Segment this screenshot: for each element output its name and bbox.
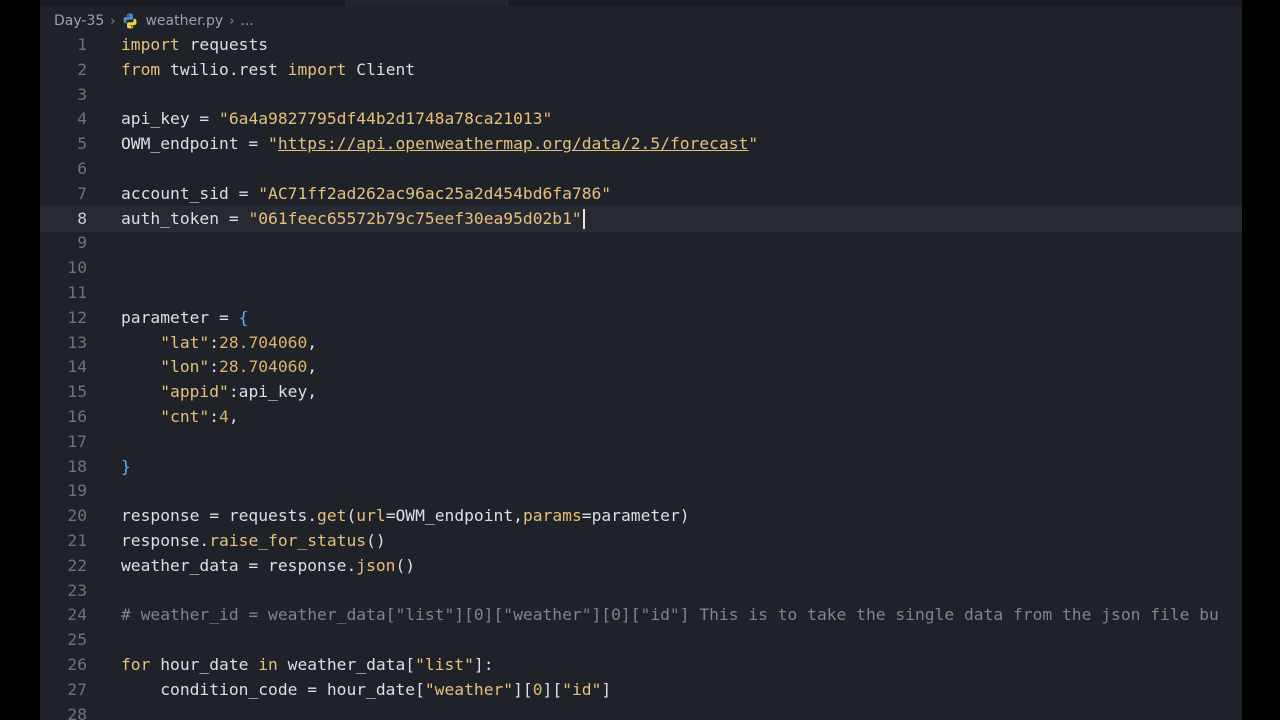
line-number: 18	[67, 456, 87, 476]
code-text[interactable]: "appid":api_key,	[121, 380, 317, 405]
line-number: 3	[77, 84, 87, 104]
code-line[interactable]: 2 from twilio.rest import Client	[40, 58, 1242, 83]
code-line[interactable]: 13 "lat":28.704060,	[40, 331, 1242, 356]
line-number: 13	[67, 332, 87, 352]
code-line[interactable]: 5 OWM_endpoint = "https://api.openweather…	[40, 132, 1242, 157]
line-number: 2	[77, 59, 87, 79]
code-line[interactable]: 4 api_key = "6a4a9827795df44b2d1748a78ca2…	[40, 107, 1242, 132]
line-number: 10	[67, 258, 87, 278]
line-number: 9	[77, 233, 87, 253]
code-text[interactable]: weather_data = response.json()	[121, 554, 415, 579]
code-line[interactable]: 20 response = requests.get(url=OWM_endpoi…	[40, 504, 1242, 529]
code-text[interactable]: }	[121, 455, 131, 480]
breadcrumb: Day-35 › weather.py › ...	[54, 10, 254, 32]
code-text[interactable]: # weather_id = weather_data["list"][0]["…	[121, 603, 1219, 628]
tab-strip	[40, 0, 1242, 6]
code-line[interactable]: 14 "lon":28.704060,	[40, 355, 1242, 380]
code-text[interactable]: auth_token = "061feec65572b79c75eef30ea9…	[121, 207, 585, 232]
line-number: 14	[67, 357, 87, 377]
code-line[interactable]: 26 for hour_date in weather_data["list"]:	[40, 653, 1242, 678]
line-number: 25	[67, 630, 87, 650]
line-number: 23	[67, 580, 87, 600]
line-number: 21	[67, 530, 87, 550]
code-line[interactable]: 19	[40, 479, 1242, 504]
line-number: 15	[67, 382, 87, 402]
line-number: 16	[67, 406, 87, 426]
line-number: 7	[77, 183, 87, 203]
line-number: 19	[67, 481, 87, 501]
editor-window: Day-35 › weather.py › ... 1 import reques…	[40, 0, 1242, 720]
chevron-right-icon: ›	[110, 13, 116, 29]
tab-weather-py[interactable]	[346, 0, 508, 6]
code-line[interactable]: 6	[40, 157, 1242, 182]
code-text[interactable]: parameter = {	[121, 306, 248, 331]
line-number: 5	[77, 134, 87, 154]
code-text[interactable]: "lat":28.704060,	[121, 331, 317, 356]
code-line[interactable]: 8 auth_token = "061feec65572b79c75eef30ea…	[40, 205, 1242, 233]
code-line[interactable]: 10	[40, 256, 1242, 281]
code-text[interactable]: condition_code = hour_date["weather"][0]…	[121, 678, 611, 703]
text-cursor	[582, 209, 585, 230]
code-line[interactable]: 25	[40, 628, 1242, 653]
code-text[interactable]: "cnt":4,	[121, 405, 238, 430]
code-line[interactable]: 27 condition_code = hour_date["weather"]…	[40, 678, 1242, 703]
line-number: 22	[67, 555, 87, 575]
code-text[interactable]: import requests	[121, 33, 268, 58]
code-line[interactable]: 11	[40, 281, 1242, 306]
code-line[interactable]: 22 weather_data = response.json()	[40, 554, 1242, 579]
line-number: 28	[67, 704, 87, 720]
code-line[interactable]: 9	[40, 231, 1242, 256]
code-line[interactable]: 24 # weather_id = weather_data["list"][0]…	[40, 603, 1242, 628]
line-number: 12	[67, 307, 87, 327]
chevron-right-icon: ›	[229, 13, 235, 29]
line-number: 27	[67, 679, 87, 699]
code-text[interactable]: "lon":28.704060,	[121, 355, 317, 380]
python-file-icon	[123, 13, 137, 29]
line-number: 11	[67, 282, 87, 302]
breadcrumb-folder[interactable]: Day-35	[54, 13, 104, 29]
code-text[interactable]: OWM_endpoint = "https://api.openweatherm…	[121, 132, 758, 157]
line-number: 4	[77, 109, 87, 129]
code-line[interactable]: 15 "appid":api_key,	[40, 380, 1242, 405]
breadcrumb-more[interactable]: ...	[240, 13, 253, 29]
line-number: 1	[77, 35, 87, 54]
code-line[interactable]: 21 response.raise_for_status()	[40, 529, 1242, 554]
code-line[interactable]: 7 account_sid = "AC71ff2ad262ac96ac25a2d4…	[40, 182, 1242, 207]
code-line[interactable]: 23	[40, 579, 1242, 604]
line-number: 20	[67, 506, 87, 526]
line-number: 24	[67, 605, 87, 625]
code-line[interactable]: 28	[40, 703, 1242, 720]
line-number: 26	[67, 654, 87, 674]
code-text[interactable]: for hour_date in weather_data["list"]:	[121, 653, 494, 678]
code-text[interactable]: api_key = "6a4a9827795df44b2d1748a78ca21…	[121, 107, 552, 132]
code-line[interactable]: 18}	[40, 455, 1242, 480]
code-text[interactable]: response = requests.get(url=OWM_endpoint…	[121, 504, 690, 529]
code-text[interactable]: account_sid = "AC71ff2ad262ac96ac25a2d45…	[121, 182, 611, 207]
code-line[interactable]: 12 parameter = {	[40, 306, 1242, 331]
code-area[interactable]: 1 import requests 2 from twilio.rest import…	[40, 33, 1242, 720]
breadcrumb-file[interactable]: weather.py	[145, 13, 223, 29]
code-line[interactable]: 1 import requests	[40, 33, 1242, 58]
line-number: 6	[77, 158, 87, 178]
line-number: 8	[77, 208, 87, 228]
code-line[interactable]: 3	[40, 83, 1242, 108]
code-text[interactable]: from twilio.rest import Client	[121, 58, 415, 83]
line-number: 17	[67, 431, 87, 451]
code-line[interactable]: 17	[40, 430, 1242, 455]
code-text[interactable]: response.raise_for_status()	[121, 529, 386, 554]
code-line[interactable]: 16 "cnt":4,	[40, 405, 1242, 430]
